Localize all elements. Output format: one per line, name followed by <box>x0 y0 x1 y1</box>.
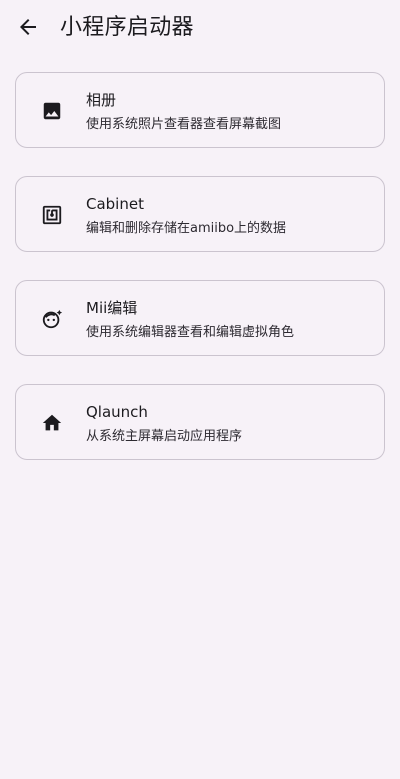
cabinet-card[interactable]: Cabinet 编辑和删除存储在amiibo上的数据 <box>15 176 385 252</box>
mii-edit-card[interactable]: Mii编辑 使用系统编辑器查看和编辑虚拟角色 <box>15 280 385 356</box>
image-icon <box>41 100 63 122</box>
qlaunch-title: Qlaunch <box>86 403 148 421</box>
page-title: 小程序启动器 <box>60 15 194 40</box>
qlaunch-description: 从系统主屏幕启动应用程序 <box>86 429 243 444</box>
qlaunch-card[interactable]: Qlaunch 从系统主屏幕启动应用程序 <box>15 384 385 460</box>
album-description: 使用系统照片查看器查看屏幕截图 <box>86 117 282 132</box>
arrow-back-icon <box>20 19 36 35</box>
face-edit-icon <box>41 308 63 330</box>
nfc-icon <box>41 204 63 226</box>
applet-list: 相册 使用系统照片查看器查看屏幕截图 Cabinet 编辑和删除存储在amiib… <box>15 72 385 488</box>
album-card[interactable]: 相册 使用系统照片查看器查看屏幕截图 <box>15 72 385 148</box>
album-title: 相册 <box>86 91 117 109</box>
app-bar: 小程序启动器 <box>0 0 400 56</box>
home-icon <box>41 412 63 434</box>
mii-edit-description: 使用系统编辑器查看和编辑虚拟角色 <box>86 325 295 340</box>
mii-edit-title: Mii编辑 <box>86 299 138 317</box>
cabinet-title: Cabinet <box>86 195 144 213</box>
back-button[interactable] <box>14 13 42 41</box>
cabinet-description: 编辑和删除存储在amiibo上的数据 <box>86 221 287 236</box>
